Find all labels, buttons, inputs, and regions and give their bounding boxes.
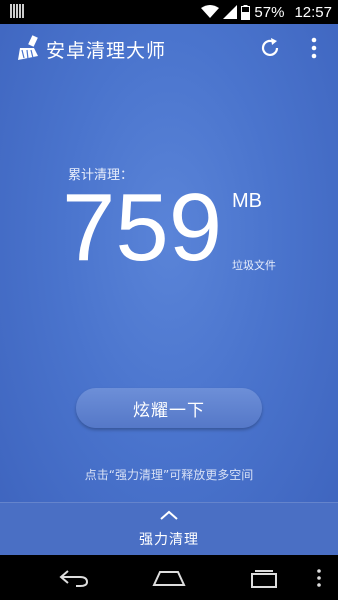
more-vert-icon[interactable] [304, 36, 324, 60]
navigation-bar [0, 555, 338, 600]
chevron-up-icon[interactable] [159, 509, 179, 521]
show-off-button[interactable]: 炫耀一下 [76, 388, 262, 428]
deep-clean-panel[interactable]: 强力清理 [0, 502, 338, 555]
cleaned-amount: 759 [62, 174, 223, 281]
home-icon[interactable] [151, 569, 187, 587]
battery-icon [241, 4, 251, 20]
junk-files-label: 垃圾文件 [232, 259, 276, 272]
recents-icon[interactable] [249, 568, 279, 588]
battery-percent: 57% [254, 3, 285, 21]
cleaned-unit: MB [232, 190, 262, 212]
back-icon[interactable] [58, 568, 90, 588]
deep-clean-label[interactable]: 强力清理 [0, 529, 338, 549]
signal-icon [223, 5, 238, 19]
toolbar: 安卓清理大师 [0, 24, 338, 72]
refresh-icon[interactable] [258, 36, 282, 60]
menu-icon[interactable] [315, 568, 323, 588]
notification-icon [10, 4, 24, 18]
status-bar: 57% 12:57 [0, 0, 338, 24]
clock: 12:57 [294, 3, 332, 21]
wifi-icon [201, 5, 220, 18]
app-screen: 安卓清理大师 累计清理： 759 MB 垃圾文件 炫耀一下 点击“强力清理”可释… [0, 24, 338, 555]
hint-text: 点击“强力清理”可释放更多空间 [84, 468, 254, 482]
broom-logo-icon[interactable] [14, 34, 42, 62]
app-title: 安卓清理大师 [46, 40, 167, 62]
